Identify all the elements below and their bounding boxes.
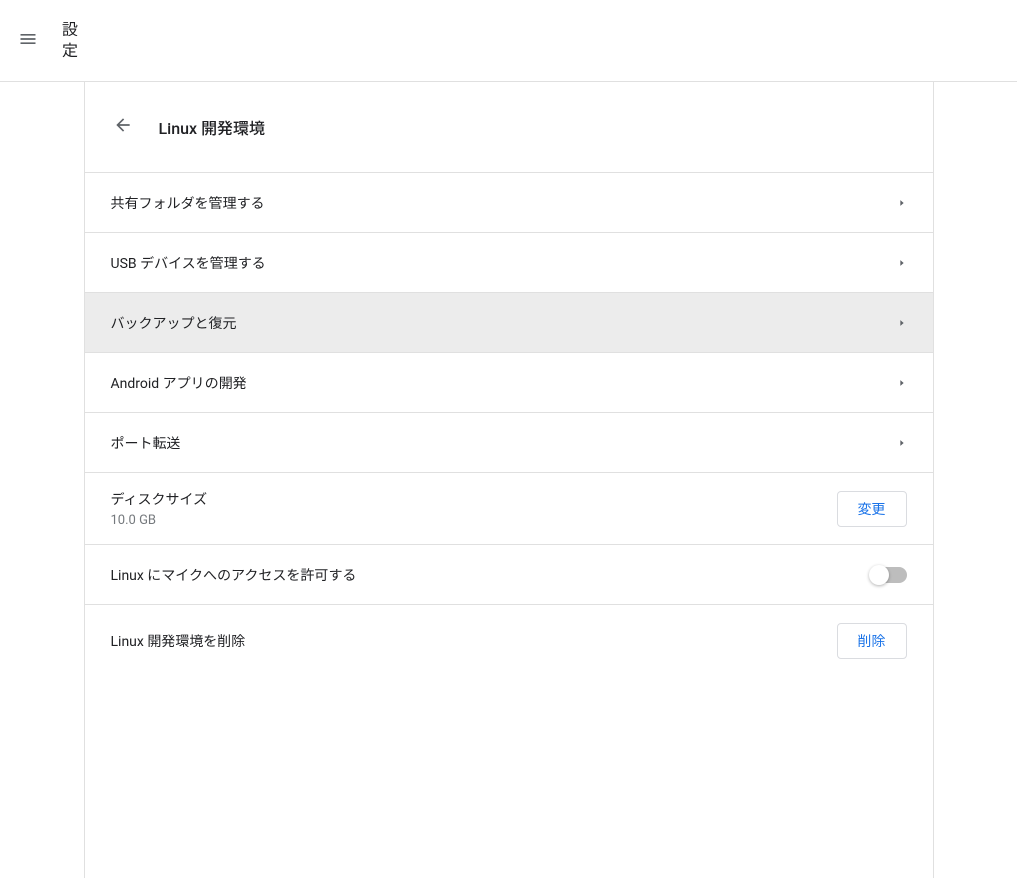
row-shared-folders[interactable]: 共有フォルダを管理する: [85, 173, 933, 233]
row-usb-devices[interactable]: USB デバイスを管理する: [85, 233, 933, 293]
toggle-knob: [869, 565, 889, 585]
page-header: Linux 開発環境: [85, 82, 933, 172]
row-mic-access-label: Linux にマイクへのアクセスを許可する: [111, 565, 357, 585]
top-bar: 設定: [0, 0, 1017, 82]
content-area: Linux 開発環境 共有フォルダを管理する USB デバイスを管理する バック…: [0, 82, 1017, 878]
chevron-right-icon: [897, 193, 907, 212]
chevron-right-icon: [897, 433, 907, 452]
settings-card: Linux 開発環境 共有フォルダを管理する USB デバイスを管理する バック…: [84, 82, 934, 878]
row-backup-restore[interactable]: バックアップと復元: [85, 293, 933, 353]
row-remove-linux-label: Linux 開発環境を削除: [111, 631, 246, 651]
chevron-right-icon: [897, 253, 907, 272]
menu-button[interactable]: [4, 17, 52, 65]
page-title: Linux 開発環境: [159, 115, 266, 139]
row-backup-restore-label: バックアップと復元: [111, 313, 237, 333]
row-port-forwarding[interactable]: ポート転送: [85, 413, 933, 473]
arrow-left-icon: [113, 115, 133, 139]
remove-linux-button[interactable]: 削除: [837, 623, 907, 659]
app-title: 設定: [62, 20, 78, 62]
mic-access-toggle[interactable]: [871, 567, 907, 583]
chevron-right-icon: [897, 313, 907, 332]
row-disk-size: ディスクサイズ 10.0 GB 変更: [85, 473, 933, 545]
settings-list: 共有フォルダを管理する USB デバイスを管理する バックアップと復元 Andr…: [85, 172, 933, 677]
row-remove-linux: Linux 開発環境を削除 削除: [85, 605, 933, 677]
row-disk-size-left: ディスクサイズ 10.0 GB: [111, 489, 208, 528]
row-mic-access: Linux にマイクへのアクセスを許可する: [85, 545, 933, 605]
hamburger-icon: [18, 29, 38, 53]
chevron-right-icon: [897, 373, 907, 392]
change-disk-button[interactable]: 変更: [837, 491, 907, 527]
row-shared-folders-label: 共有フォルダを管理する: [111, 193, 265, 213]
row-disk-size-value: 10.0 GB: [111, 513, 208, 528]
row-disk-size-label: ディスクサイズ: [111, 489, 208, 509]
row-port-forwarding-label: ポート転送: [111, 433, 181, 453]
back-button[interactable]: [105, 109, 141, 145]
row-android-dev[interactable]: Android アプリの開発: [85, 353, 933, 413]
row-usb-devices-label: USB デバイスを管理する: [111, 253, 266, 273]
row-android-dev-label: Android アプリの開発: [111, 373, 247, 393]
